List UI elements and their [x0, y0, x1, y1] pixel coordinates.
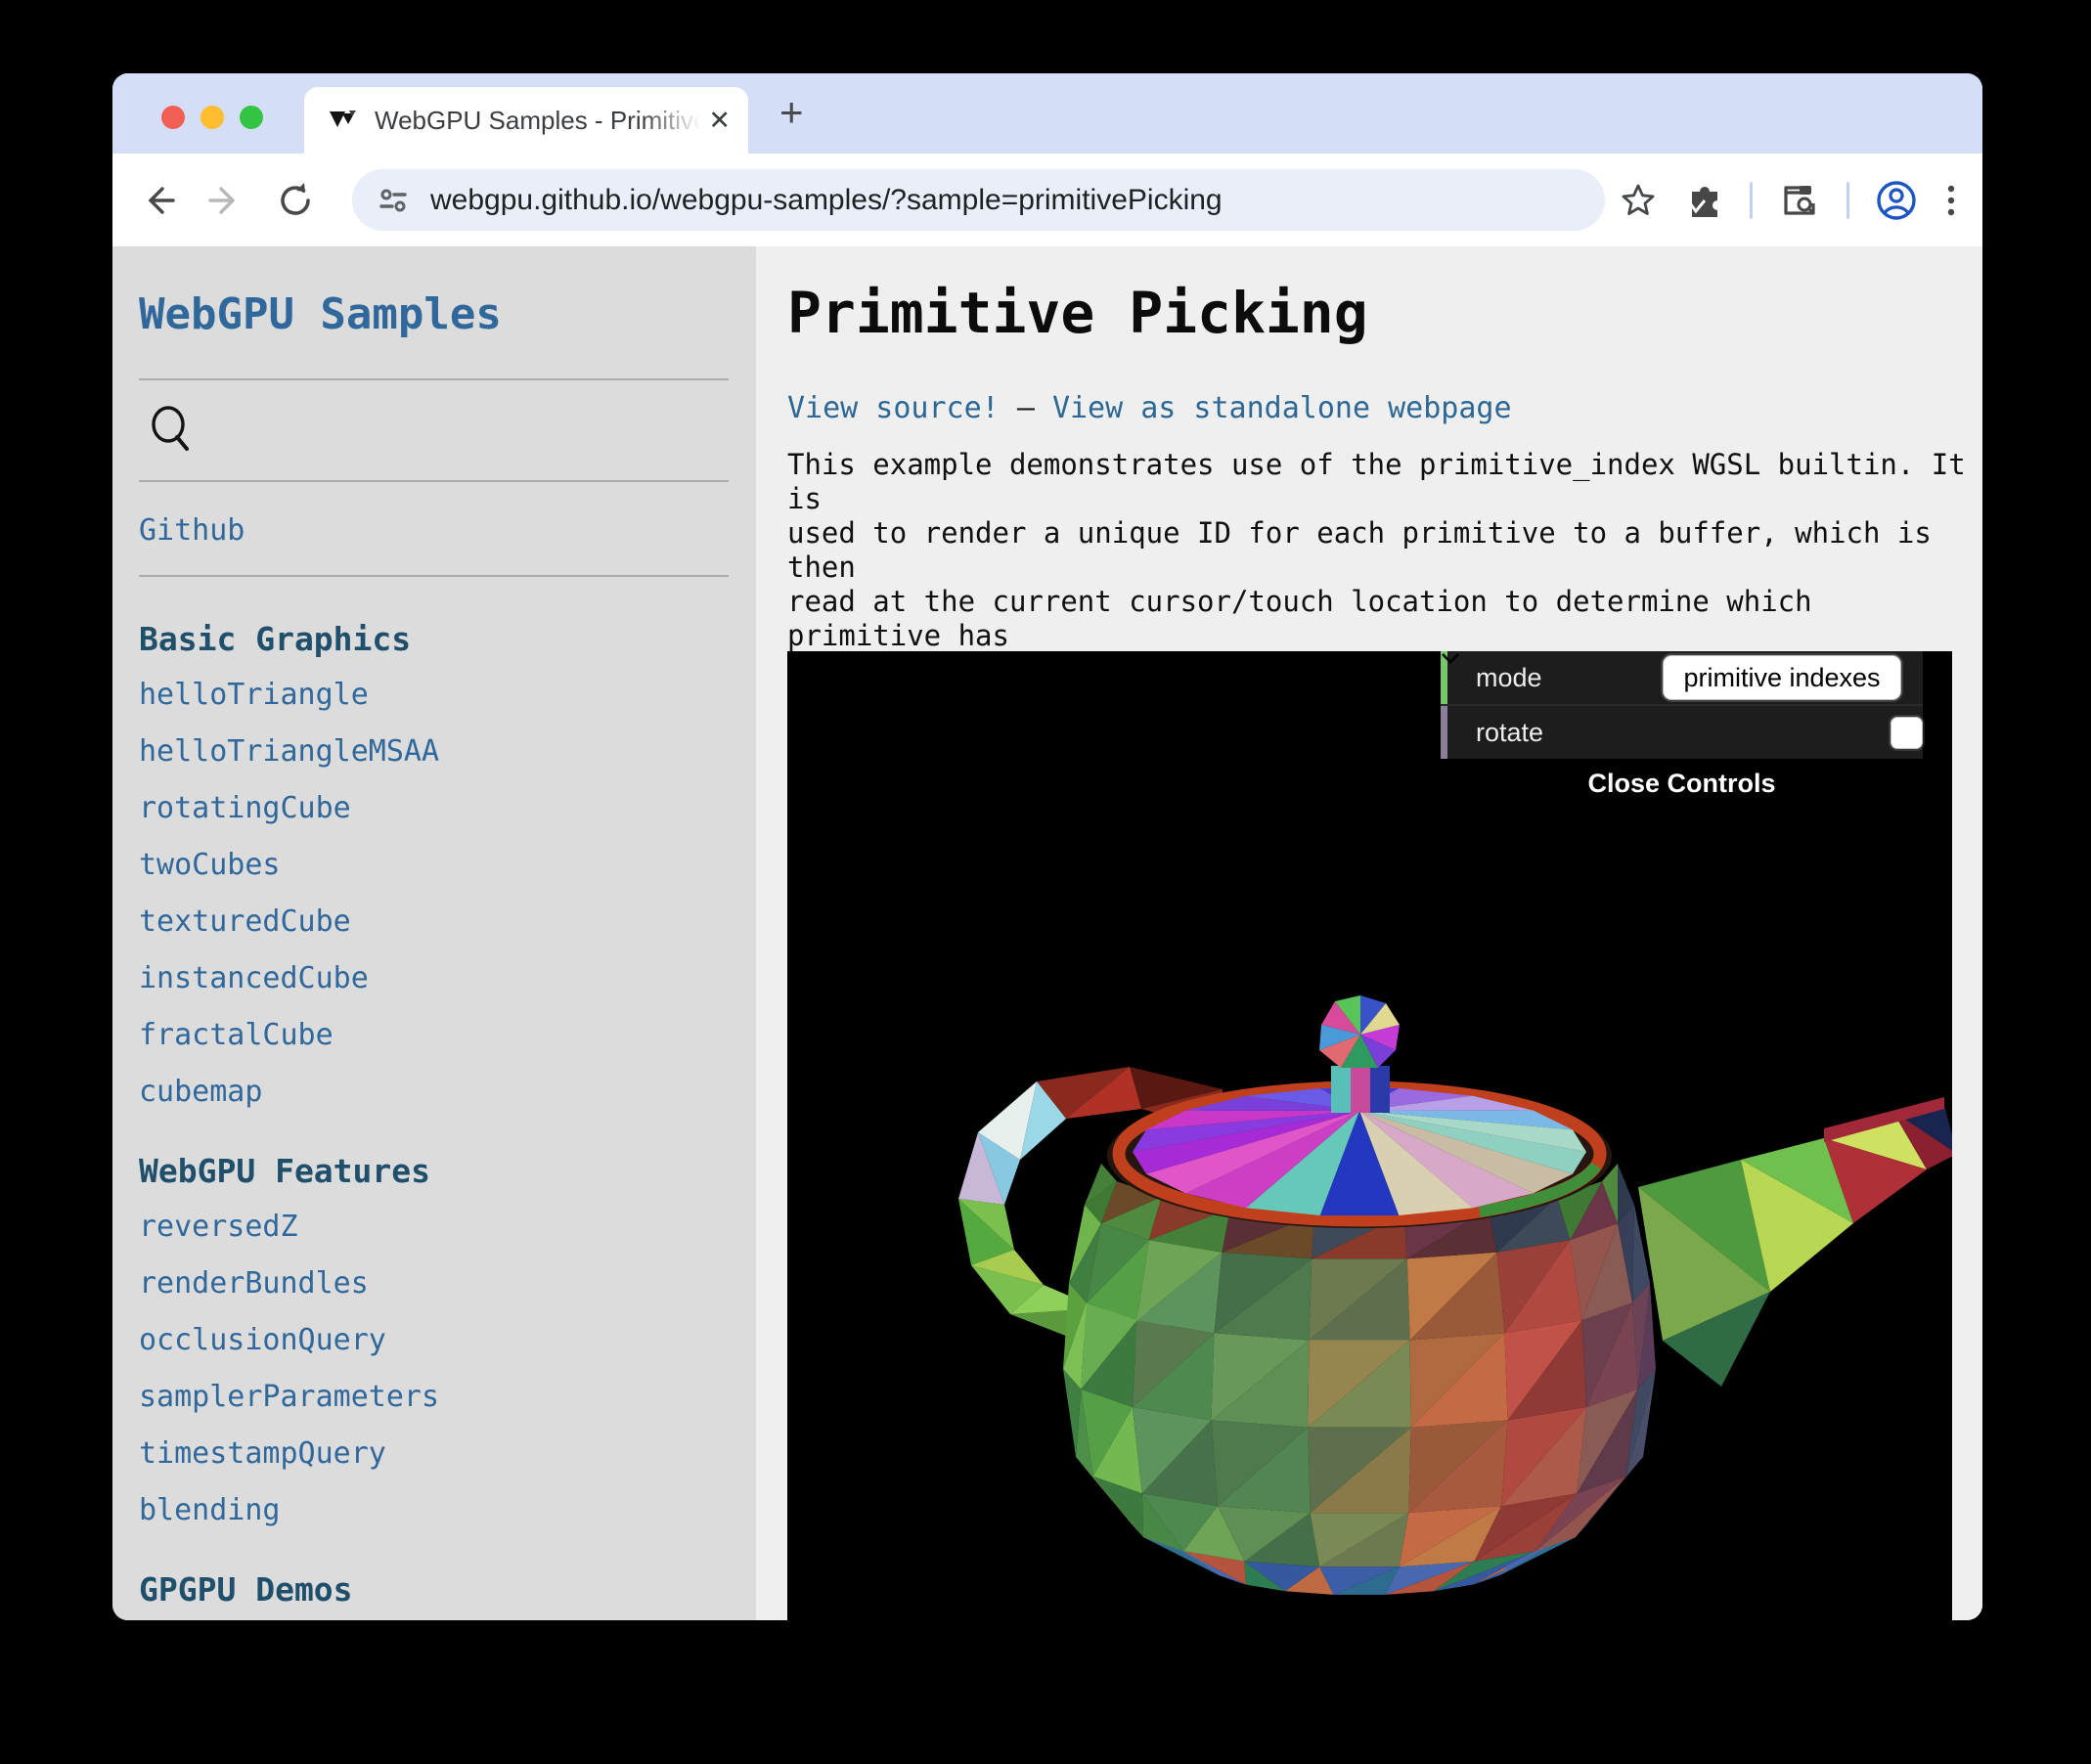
lil-gui-panel: mode primitive indexes rotate Cl — [1441, 651, 1923, 808]
sample-page: Primitive Picking View source! – View as… — [756, 246, 1982, 1620]
rotate-accent-bar — [1441, 706, 1447, 759]
sidebar-item-samplerparameters[interactable]: samplerParameters — [139, 1380, 729, 1414]
gui-row-mode: mode primitive indexes — [1441, 651, 1923, 704]
samples-sidebar: WebGPU Samples Github Basic Graphics hel… — [112, 246, 756, 1620]
demo-canvas[interactable]: mode primitive indexes rotate Cl — [787, 651, 1952, 1620]
side-search-icon[interactable] — [1778, 180, 1821, 221]
rotate-checkbox[interactable] — [1891, 717, 1923, 749]
standalone-webpage-link[interactable]: View as standalone webpage — [1052, 391, 1512, 425]
sidebar-item-reversedz[interactable]: reversedZ — [139, 1210, 729, 1244]
sidebar-item-renderbundles[interactable]: renderBundles — [139, 1266, 729, 1301]
tab-title: WebGPU Samples - Primitive — [375, 106, 700, 136]
forward-icon[interactable] — [206, 181, 245, 220]
sidebar-item-blending[interactable]: blending — [139, 1493, 729, 1527]
sidebar-title: WebGPU Samples — [139, 289, 729, 339]
sidebar-item-occlusionquery[interactable]: occlusionQuery — [139, 1323, 729, 1357]
browser-window: WebGPU Samples - Primitive ✕ + — [112, 73, 1982, 1620]
view-source-link[interactable]: View source! — [787, 391, 1000, 425]
kebab-menu-icon[interactable] — [1943, 180, 1959, 221]
mode-select[interactable]: primitive indexes — [1663, 655, 1901, 700]
sidebar-item-cubemap[interactable]: cubemap — [139, 1075, 729, 1109]
back-icon[interactable] — [138, 181, 177, 220]
tab-webgpu-samples[interactable]: WebGPU Samples - Primitive ✕ — [304, 87, 748, 154]
url-text[interactable]: webgpu.github.io/webgpu-samples/?sample=… — [430, 184, 1223, 217]
divider — [139, 575, 729, 577]
page-title: Primitive Picking — [787, 280, 1368, 346]
toolbar-separator — [1750, 182, 1753, 219]
search-button[interactable] — [147, 404, 729, 459]
window-controls — [161, 106, 263, 129]
site-settings-icon[interactable] — [376, 183, 411, 218]
browser-toolbar: webgpu.github.io/webgpu-samples/?sample=… — [112, 154, 1982, 246]
divider — [139, 378, 729, 380]
address-bar[interactable]: webgpu.github.io/webgpu-samples/?sample=… — [352, 169, 1605, 231]
sidebar-item-instancedcube[interactable]: instancedCube — [139, 961, 729, 995]
rotate-label: rotate — [1476, 718, 1718, 748]
tab-strip: WebGPU Samples - Primitive ✕ + — [112, 73, 1982, 154]
reload-icon[interactable] — [275, 180, 316, 221]
profile-avatar-icon[interactable] — [1875, 179, 1918, 222]
close-controls-button[interactable]: Close Controls — [1441, 759, 1923, 808]
sidebar-item-texturedcube[interactable]: texturedCube — [139, 904, 729, 939]
bookmark-star-icon[interactable] — [1619, 181, 1658, 220]
sidebar-item-github[interactable]: Github — [139, 513, 729, 548]
sidebar-heading-gpgpu-demos: GPGPU Demos — [139, 1570, 729, 1609]
close-window-button[interactable] — [161, 106, 185, 129]
links-separator: – — [1017, 391, 1052, 425]
webgpu-favicon-icon — [328, 105, 359, 136]
extensions-icon[interactable] — [1683, 180, 1724, 221]
gui-row-rotate: rotate — [1441, 704, 1923, 759]
sample-links: View source! – View as standalone webpag… — [787, 391, 1512, 425]
mode-label: mode — [1476, 663, 1663, 693]
sidebar-item-hellotriangle[interactable]: helloTriangle — [139, 678, 729, 712]
sidebar-item-twocubes[interactable]: twoCubes — [139, 848, 729, 882]
tab-close-icon[interactable]: ✕ — [708, 106, 731, 136]
maximize-window-button[interactable] — [240, 106, 263, 129]
sidebar-heading-basic-graphics: Basic Graphics — [139, 620, 729, 658]
toolbar-separator — [1846, 182, 1849, 219]
minimize-window-button[interactable] — [200, 106, 224, 129]
sidebar-item-rotatingcube[interactable]: rotatingCube — [139, 791, 729, 825]
sidebar-item-fractalcube[interactable]: fractalCube — [139, 1018, 729, 1052]
sidebar-item-timestampquery[interactable]: timestampQuery — [139, 1436, 729, 1471]
sidebar-item-hellotrianglemsaa[interactable]: helloTriangleMSAA — [139, 734, 729, 769]
new-tab-button[interactable]: + — [779, 89, 804, 136]
sidebar-heading-webgpu-features: WebGPU Features — [139, 1152, 729, 1190]
chevron-down-icon — [1441, 651, 1460, 665]
search-icon — [147, 404, 198, 455]
divider — [139, 480, 729, 482]
